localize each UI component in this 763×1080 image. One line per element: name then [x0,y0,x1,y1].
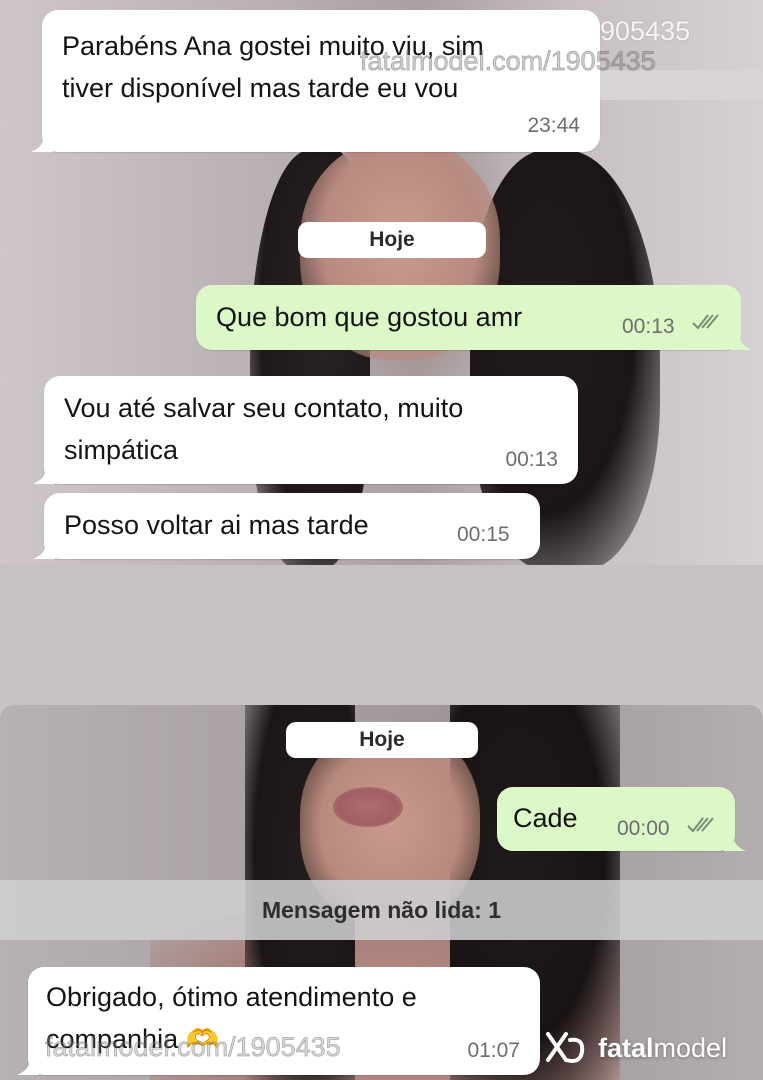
message-text: Vou até salvar seu contato, muito simpát… [64,393,464,465]
fatalmodel-logo-icon [546,1032,585,1063]
incoming-message[interactable]: Posso voltar ai mas tarde 00:15 [33,493,540,559]
date-separator: Hoje [286,722,478,758]
chat-screenshot-collage: Parabéns Ana gostei muito viu, sim tiver… [0,0,763,1080]
double-check-icon [692,314,719,330]
double-check-icon [687,817,714,833]
bubble-tail [33,468,55,484]
message-text: Obrigado, ótimo atendimento e companhia … [46,982,417,1054]
bubble-tail [33,543,55,559]
incoming-message[interactable]: Parabéns Ana gostei muito viu, sim tiver… [31,10,600,152]
bubble-tail [31,136,53,152]
message-time: 00:13 [505,448,558,471]
unread-messages-banner: Mensagem não lida: 1 [0,880,763,940]
screenshot-gap [0,565,763,705]
message-time: 00:13 [622,315,675,338]
outgoing-message[interactable]: Cade 00:00 [497,787,746,851]
wallpaper-photo-region [333,787,403,827]
message-time: 00:00 [617,817,670,840]
incoming-message[interactable]: Obrigado, ótimo atendimento e companhia … [17,967,540,1075]
brand-name-part: model [653,1032,728,1063]
bubble-tail [730,334,752,350]
brand-watermark: fatalmodel [540,1018,727,1078]
brand-name-part: fatal [598,1032,654,1063]
message-time: 23:44 [527,114,580,137]
message-time: 01:07 [467,1039,520,1062]
incoming-message[interactable]: Vou até salvar seu contato, muito simpát… [33,376,578,484]
bubble-tail [724,835,746,851]
outgoing-message[interactable]: Que bom que gostou amr 00:13 [196,285,752,350]
brand-name: fatalmodel [598,1033,727,1064]
date-separator: Hoje [298,222,486,258]
message-text: Parabéns Ana gostei muito viu, sim tiver… [62,31,484,103]
bubble-tail [17,1059,39,1075]
message-time: 00:15 [457,523,510,546]
